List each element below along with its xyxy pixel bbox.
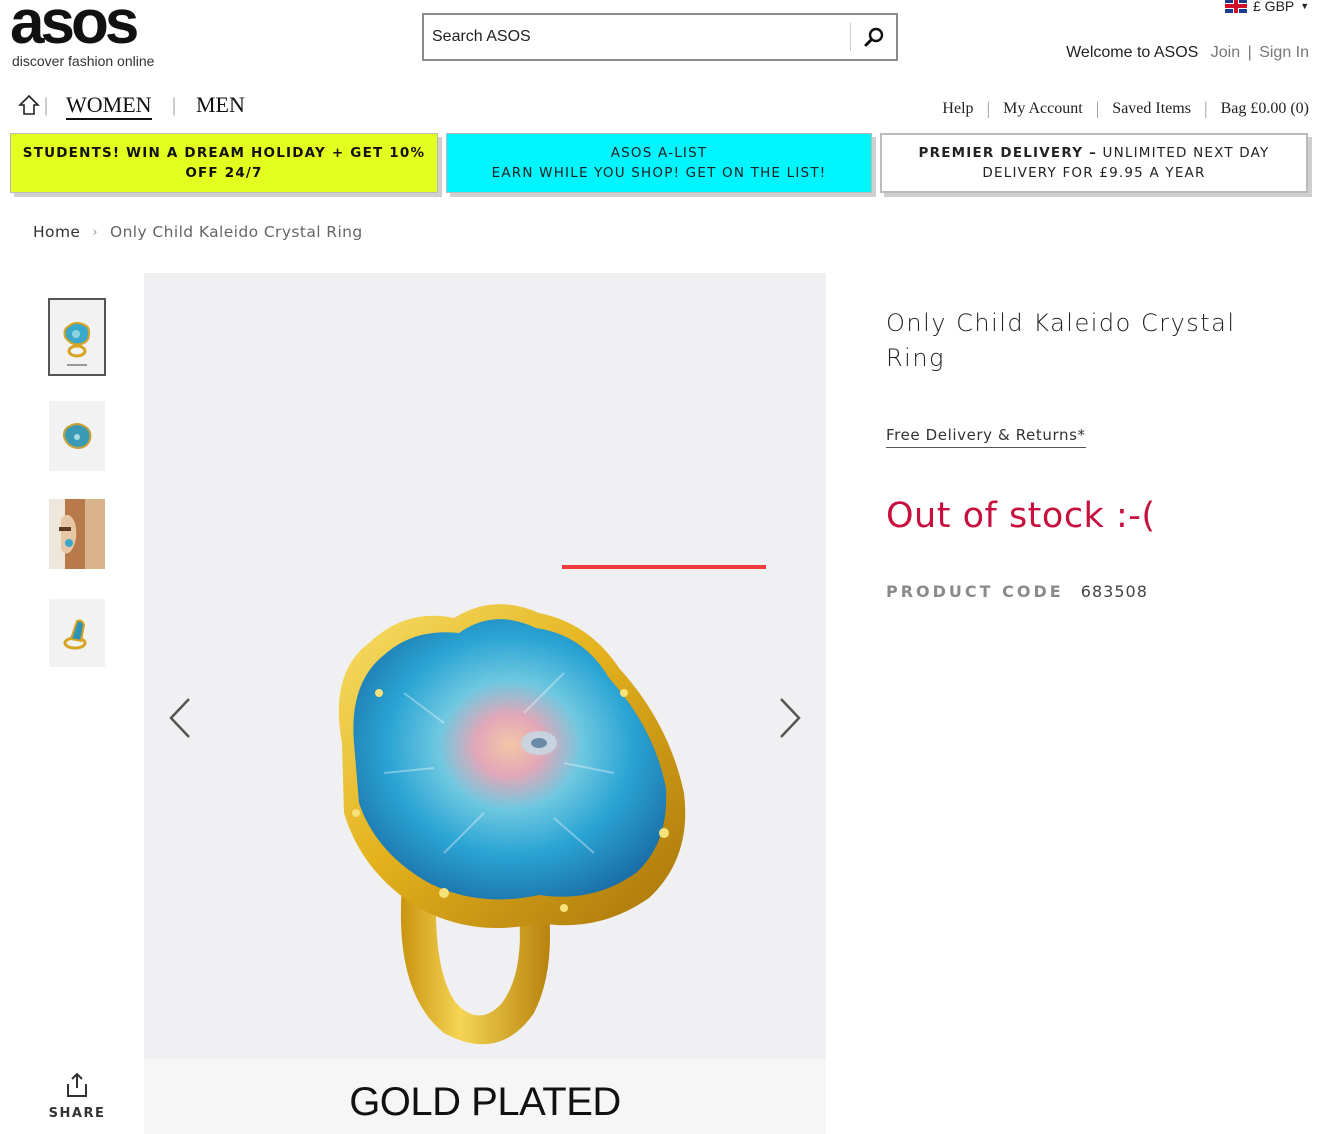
thumbnail-3[interactable] <box>49 499 105 569</box>
search-input[interactable] <box>424 15 850 59</box>
search-divider <box>850 23 851 51</box>
ring-side-thumbnail-image <box>49 599 105 667</box>
product-title: Only Child Kaleido Crystal Ring <box>886 309 1236 372</box>
bag-link[interactable]: Bag £0.00 (0) <box>1221 100 1309 118</box>
promo-premier-delivery[interactable]: PREMIER DELIVERY – UNLIMITED NEXT DAY DE… <box>880 133 1308 193</box>
help-link[interactable]: Help <box>942 100 973 118</box>
share-label: SHARE <box>48 1106 106 1121</box>
saved-items-link[interactable]: Saved Items <box>1112 100 1191 118</box>
chevron-right-icon[interactable] <box>775 693 805 743</box>
chevron-down-icon: ▼ <box>1300 1 1310 11</box>
chevron-left-icon[interactable] <box>165 693 195 743</box>
promo-line: UNLIMITED NEXT DAY <box>1097 145 1270 161</box>
product-main-image[interactable] <box>144 273 826 1059</box>
model-thumbnail-image <box>49 499 105 569</box>
thumbnail-4[interactable] <box>49 599 105 667</box>
welcome-bar: Welcome to ASOS Join | Sign In <box>1066 44 1309 62</box>
ring-thumbnail-image <box>49 299 105 375</box>
thumbnail-1[interactable] <box>48 298 106 376</box>
thumbnail-2[interactable] <box>49 401 105 471</box>
currency-selector[interactable]: £ GBP ▼ <box>1225 0 1309 14</box>
promo-line: STUDENTS! WIN A DREAM HOLIDAY + GET 10% <box>22 145 426 161</box>
utility-separator: | <box>986 98 991 118</box>
product-code-value: 683508 <box>1080 582 1148 601</box>
breadcrumb: Home › Only Child Kaleido Crystal Ring <box>33 223 363 241</box>
logo-wordmark: asos <box>10 0 139 57</box>
promo-line: ASOS A-LIST <box>610 145 708 161</box>
share-icon <box>67 1072 87 1097</box>
asos-logo[interactable]: asos discover fashion online <box>10 0 182 69</box>
product-code: PRODUCT CODE 683508 <box>886 582 1148 601</box>
red-accent-line <box>562 565 766 569</box>
logo-tagline: discover fashion online <box>12 53 155 69</box>
stock-status: Out of stock :-( <box>886 496 1156 536</box>
free-delivery-link[interactable]: Free Delivery & Returns* <box>886 426 1086 448</box>
crystal-ring-image <box>144 273 826 1059</box>
currency-label: £ GBP <box>1253 0 1295 14</box>
nav-separator: | <box>172 94 177 116</box>
search-icon <box>864 27 884 47</box>
ring-thumbnail-image <box>49 401 105 471</box>
nav-women[interactable]: WOMEN <box>66 93 152 120</box>
search-button[interactable] <box>854 19 894 55</box>
join-link[interactable]: Join <box>1211 44 1240 61</box>
utility-separator: | <box>1095 98 1100 118</box>
uk-flag-icon <box>1225 0 1247 13</box>
sign-in-link[interactable]: Sign In <box>1259 44 1309 61</box>
breadcrumb-current: Only Child Kaleido Crystal Ring <box>109 223 363 241</box>
promo-students[interactable]: STUDENTS! WIN A DREAM HOLIDAY + GET 10% … <box>10 133 438 193</box>
promo-bold: PREMIER DELIVERY – <box>918 145 1098 161</box>
chevron-right-icon: › <box>92 224 98 240</box>
promo-line: EARN WHILE YOU SHOP! GET ON THE LIST! <box>491 165 827 181</box>
image-caption: GOLD PLATED <box>349 1080 621 1124</box>
promo-line: DELIVERY FOR £9.95 A YEAR <box>982 165 1206 181</box>
utility-nav: Help | My Account | Saved Items | Bag £0… <box>942 98 1309 119</box>
share-button[interactable]: SHARE <box>46 1072 108 1121</box>
search-box <box>422 13 898 61</box>
utility-separator: | <box>1203 98 1208 118</box>
welcome-text: Welcome to ASOS <box>1066 44 1199 61</box>
promo-line: OFF 24/7 <box>185 165 263 181</box>
link-separator: | <box>1247 44 1252 61</box>
my-account-link[interactable]: My Account <box>1003 100 1083 118</box>
product-code-label: PRODUCT CODE <box>886 582 1064 601</box>
home-icon[interactable] <box>18 94 40 116</box>
breadcrumb-home[interactable]: Home <box>33 223 80 241</box>
promo-a-list[interactable]: ASOS A-LIST EARN WHILE YOU SHOP! GET ON … <box>446 133 872 193</box>
nav-men[interactable]: MEN <box>196 93 245 117</box>
nav-separator: | <box>44 94 49 116</box>
